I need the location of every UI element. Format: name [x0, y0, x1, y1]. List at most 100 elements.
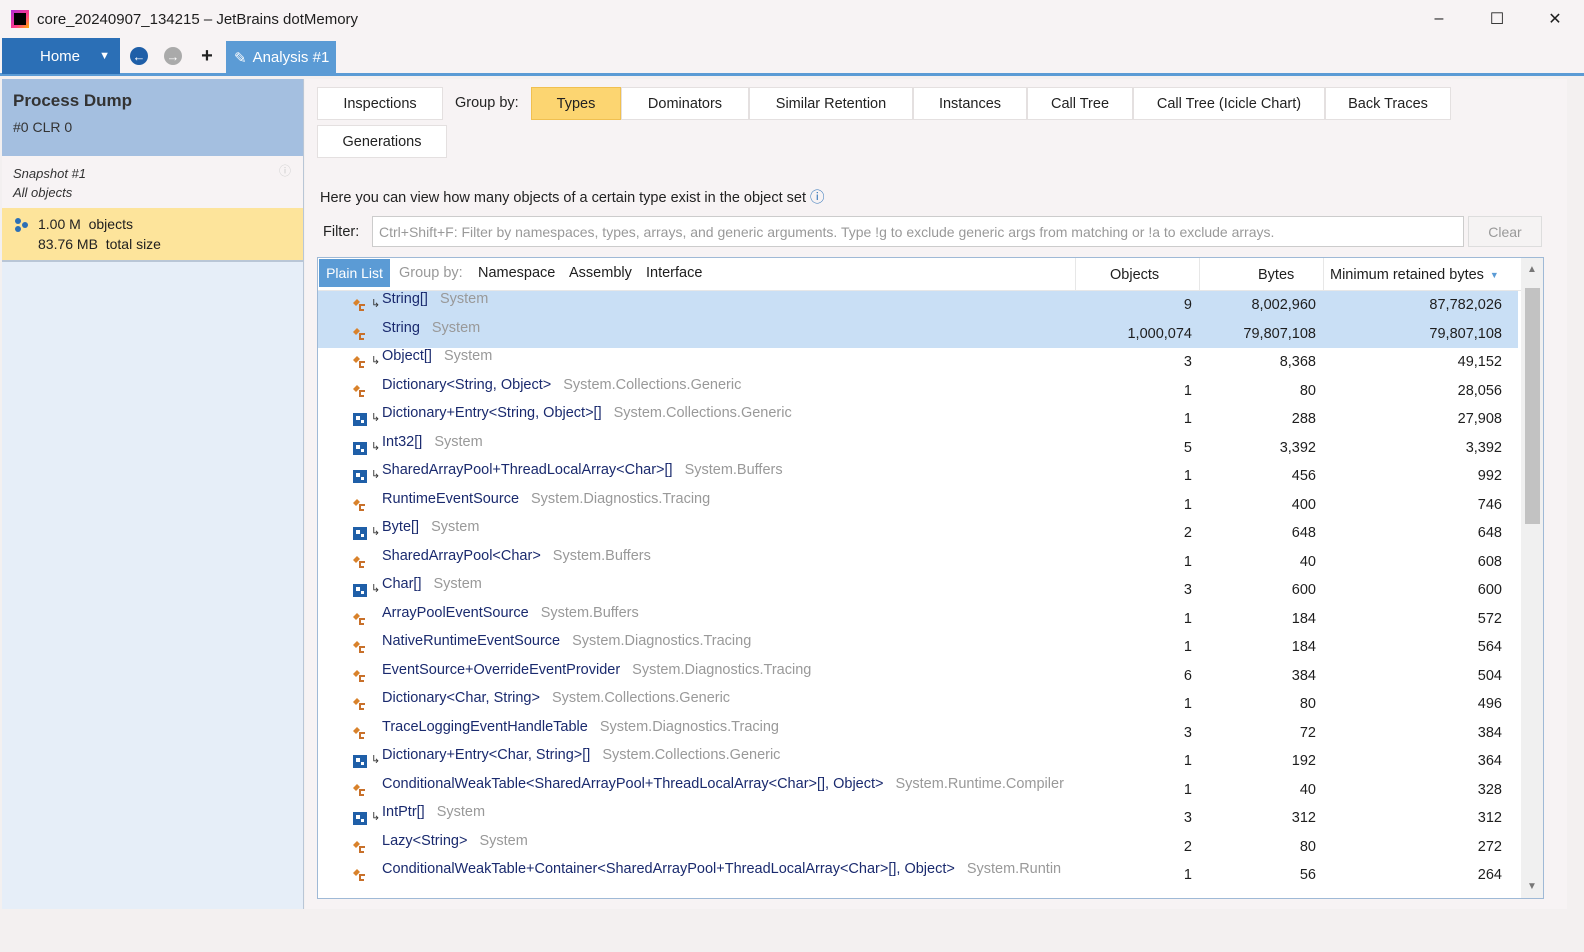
retained-value: 384 — [1477, 724, 1502, 741]
generations-view-button[interactable]: Generations — [317, 125, 447, 158]
similar-retention-view-button[interactable]: Similar Retention — [749, 87, 913, 120]
object-set-summary[interactable]: 1.00 M objects 83.76 MB total size — [2, 208, 303, 262]
scrollbar-thumb[interactable] — [1525, 288, 1540, 524]
bytes-value: 8,002,960 — [1251, 297, 1316, 314]
column-objects[interactable]: Objects — [1075, 258, 1199, 291]
tab-analysis[interactable]: ✎ Analysis #1 — [226, 41, 336, 74]
type-name: SharedArrayPool<Char> — [382, 547, 541, 564]
table-row[interactable]: EventSource+OverrideEventProvider System.… — [318, 662, 1518, 691]
column-retained[interactable]: Minimum retained bytes ▼ — [1323, 258, 1523, 291]
table-row[interactable]: Dictionary<String, Object> System.Collect… — [318, 377, 1518, 406]
table-row[interactable]: Lazy<String> System 2 80 272 — [318, 833, 1518, 862]
array-icon: ↳ — [371, 526, 381, 538]
dominators-view-button[interactable]: Dominators — [621, 87, 749, 120]
total-size-label: total size — [105, 236, 161, 252]
array-icon: ↳ — [371, 811, 381, 823]
scroll-up-icon[interactable]: ▲ — [1521, 264, 1543, 275]
table-row[interactable]: ↳ SharedArrayPool+ThreadLocalArray<Char>[… — [318, 462, 1518, 491]
type-namespace: System — [434, 433, 483, 450]
table-body: ↳ String[] System 9 8,002,960 87,782,026 Strin… — [318, 291, 1518, 890]
type-namespace: System.Runtin — [966, 861, 1062, 877]
back-icon[interactable]: ← — [130, 47, 148, 65]
inspections-button[interactable]: Inspections — [317, 87, 443, 120]
window-title: core_20240907_134215 – JetBrains dotMemo… — [37, 10, 359, 28]
table-row[interactable]: ↳ Char[] System 3 600 600 — [318, 576, 1518, 605]
info-icon[interactable]: ⓘ — [279, 162, 291, 181]
types-view-button[interactable]: Types — [531, 87, 621, 120]
objects-value: 1 — [1183, 639, 1192, 656]
type-namespace: System.Runtime.Compiler — [895, 775, 1064, 792]
table-row[interactable]: ↳ IntPtr[] System 3 312 312 — [318, 804, 1518, 833]
home-button[interactable]: Home ▼ — [2, 38, 120, 74]
type-name: ConditionalWeakTable+Container<SharedArr… — [382, 861, 955, 877]
class-icon — [353, 498, 365, 511]
table-row[interactable]: ConditionalWeakTable<SharedArrayPool+Thr… — [318, 776, 1518, 805]
type-namespace: System.Buffers — [684, 462, 783, 478]
instances-view-button[interactable]: Instances — [913, 87, 1027, 120]
group-by-interface[interactable]: Interface — [646, 265, 702, 281]
process-dump-header[interactable]: Process Dump #0 CLR 0 — [2, 79, 303, 164]
maximize-button[interactable]: ☐ — [1468, 0, 1526, 38]
table-row[interactable]: SharedArrayPool<Char> System.Buffers 1 40 60… — [318, 548, 1518, 577]
bytes-value: 72 — [1299, 724, 1316, 741]
retained-value: 264 — [1477, 867, 1502, 884]
minimize-button[interactable]: – — [1410, 0, 1468, 38]
bytes-value: 3,392 — [1279, 439, 1316, 456]
objects-value: 9 — [1183, 297, 1192, 314]
table-row[interactable]: String System 1,000,074 79,807,108 79,807,10… — [318, 319, 1518, 348]
table-row[interactable]: Dictionary<Char, String> System.Collectio… — [318, 690, 1518, 719]
array-icon: ↳ — [371, 583, 381, 595]
type-name: Char[] — [382, 576, 422, 592]
table-row[interactable]: TraceLoggingEventHandleTable System.Diagn… — [318, 719, 1518, 748]
sort-desc-icon: ▼ — [1489, 269, 1499, 280]
retained-value: 79,807,108 — [1429, 325, 1502, 342]
column-bytes[interactable]: Bytes — [1199, 258, 1323, 291]
group-by-assembly[interactable]: Assembly — [569, 265, 632, 281]
plain-list-button[interactable]: Plain List — [319, 259, 390, 287]
retained-value: 49,152 — [1457, 354, 1502, 371]
table-row[interactable]: ↳ String[] System 9 8,002,960 87,782,026 — [318, 291, 1518, 320]
table-row[interactable]: ↳ Dictionary+Entry<String, Object>[] Syste… — [318, 405, 1518, 434]
class-icon — [353, 327, 365, 340]
clear-filter-button[interactable]: Clear — [1468, 216, 1542, 247]
bytes-value: 288 — [1291, 411, 1316, 428]
objects-value: 6 — [1183, 667, 1192, 684]
close-button[interactable]: ✕ — [1526, 0, 1584, 38]
back-traces-view-button[interactable]: Back Traces — [1325, 87, 1451, 120]
retained-value: 648 — [1477, 525, 1502, 542]
table-row[interactable]: ConditionalWeakTable+Container<SharedArr… — [318, 861, 1518, 890]
dropdown-icon[interactable]: ▼ — [99, 50, 110, 62]
class-icon — [353, 726, 365, 739]
retained-value: 328 — [1477, 781, 1502, 798]
class-icon — [353, 869, 365, 881]
scroll-down-icon[interactable]: ▼ — [1521, 881, 1543, 892]
call-tree-view-button[interactable]: Call Tree — [1027, 87, 1133, 120]
add-icon[interactable]: + — [198, 45, 216, 67]
vertical-scrollbar[interactable]: ▲ ▼ — [1521, 258, 1543, 898]
type-namespace: System.Diagnostics.Tracing — [572, 633, 752, 649]
group-by-namespace[interactable]: Namespace — [478, 265, 555, 281]
type-name: Dictionary<String, Object> — [382, 376, 552, 393]
bytes-value: 192 — [1291, 753, 1316, 770]
bytes-value: 40 — [1299, 781, 1316, 798]
snapshot-info[interactable]: Snapshot #1 All objects ⓘ — [2, 156, 303, 208]
table-row[interactable]: NativeRuntimeEventSource System.Diagnosti… — [318, 633, 1518, 662]
bytes-value: 648 — [1291, 525, 1316, 542]
table-row[interactable]: RuntimeEventSource System.Diagnostics.Tra… — [318, 491, 1518, 520]
info-icon[interactable]: ⓘ — [810, 190, 825, 206]
table-row[interactable]: ↳ Int32[] System 5 3,392 3,392 — [318, 434, 1518, 463]
objects-value: 3 — [1183, 582, 1192, 599]
retained-value: 746 — [1477, 496, 1502, 513]
retained-value: 572 — [1477, 610, 1502, 627]
table-row[interactable]: ↳ Object[] System 3 8,368 49,152 — [318, 348, 1518, 377]
table-row[interactable]: ↳ Byte[] System 2 648 648 — [318, 519, 1518, 548]
forward-icon[interactable]: → — [164, 47, 182, 65]
type-namespace: System.Collections.Generic — [613, 405, 792, 421]
icicle-chart-view-button[interactable]: Call Tree (Icicle Chart) — [1133, 87, 1325, 120]
filter-input[interactable]: Ctrl+Shift+F: Filter by namespaces, type… — [372, 216, 1464, 247]
table-row[interactable]: ArrayPoolEventSource System.Buffers 1 184 57… — [318, 605, 1518, 634]
table-row[interactable]: ↳ Dictionary+Entry<Char, String>[] System.… — [318, 747, 1518, 776]
type-name: IntPtr[] — [382, 804, 425, 820]
array-icon: ↳ — [371, 355, 381, 367]
type-namespace: System — [431, 519, 480, 535]
